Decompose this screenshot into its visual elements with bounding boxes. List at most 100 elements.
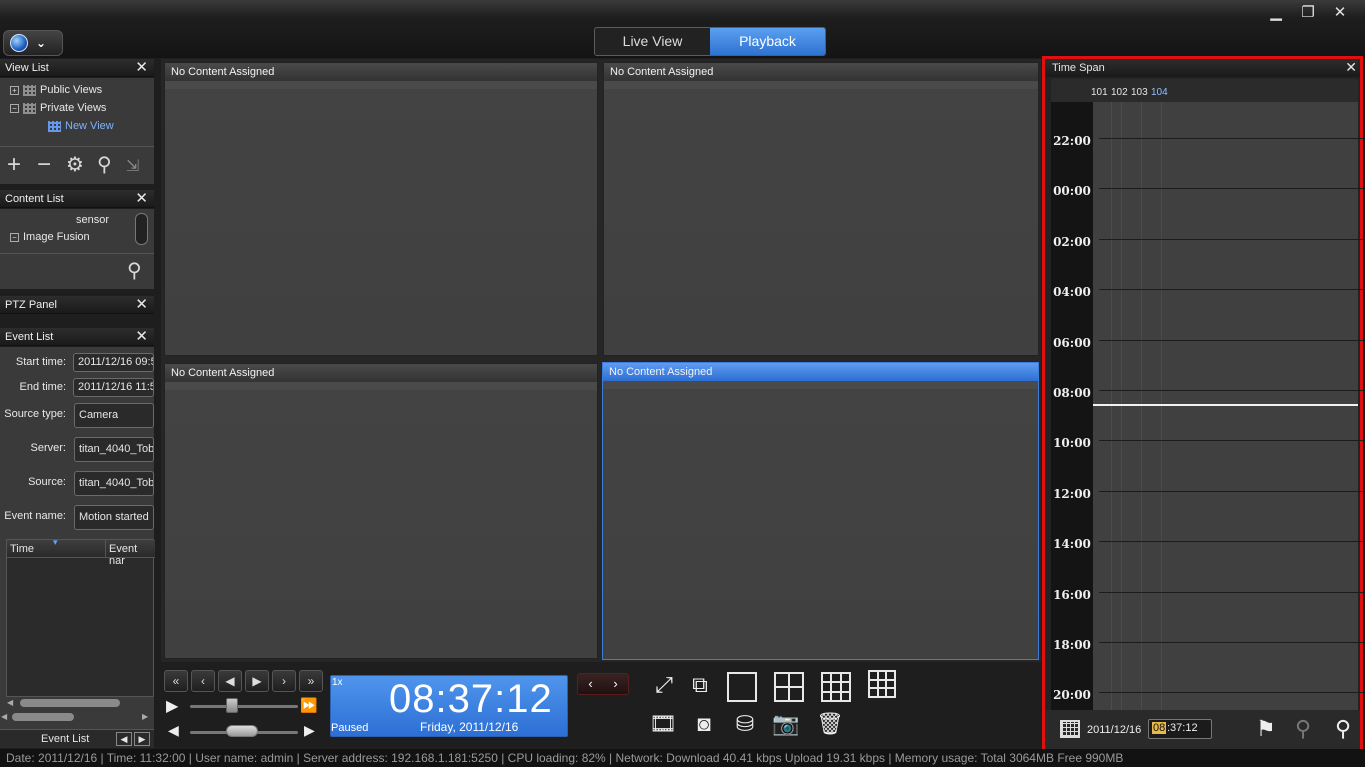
channel-column [1161, 102, 1162, 710]
video-tile-3[interactable]: No Content Assigned [164, 363, 598, 659]
hour-label: 02:00 [1053, 234, 1091, 249]
collapse-icon[interactable]: − [10, 103, 19, 113]
tab-playback[interactable]: Playback [710, 28, 825, 55]
channel-103[interactable]: 103 [1131, 87, 1148, 98]
tree-item-image-fusion[interactable]: − Image Fusion [10, 231, 90, 243]
content-list-scrollbar[interactable] [135, 213, 148, 245]
expand-icon[interactable]: + [10, 85, 19, 95]
remove-icon[interactable]: − [37, 153, 51, 177]
fullscreen-icon[interactable]: ⤢ [649, 672, 679, 698]
step-forward-button[interactable]: › [272, 670, 296, 692]
next-event-button[interactable]: › [603, 674, 628, 694]
channel-102[interactable]: 102 [1111, 87, 1128, 98]
footer-tab-event-list[interactable]: Event List [41, 733, 89, 745]
source-label: Source: [28, 476, 66, 488]
scroll-left-icon[interactable]: ◀ [1, 712, 7, 721]
tab-next-icon[interactable]: ▶ [134, 732, 150, 746]
film-icon[interactable]: 🎞 [648, 711, 678, 737]
server-select[interactable]: titan_4040_Tob [74, 437, 154, 462]
panel-scrollbar[interactable]: ◀ ▶ [0, 711, 154, 723]
view-list-close-icon[interactable]: ✕ [135, 59, 148, 76]
scroll-right-icon[interactable]: ▶ [142, 712, 148, 721]
event-list-close-icon[interactable]: ✕ [135, 328, 148, 345]
minimize-button[interactable]: ▁ [1265, 4, 1287, 22]
col-time[interactable]: Time [10, 543, 34, 555]
start-time-field[interactable]: 2011/12/16 09:5 [73, 353, 154, 372]
tile-band [603, 381, 1038, 389]
jog-slider-knob[interactable] [226, 725, 258, 737]
speed-slider-knob[interactable] [226, 698, 238, 713]
reverse-play-button[interactable]: ◀ [218, 670, 242, 692]
source-select[interactable]: titan_4040_Tob [74, 471, 154, 496]
trash-icon[interactable]: 🗑 [815, 711, 845, 737]
jog-left-icon[interactable]: ◀ [168, 722, 179, 739]
flag-icon[interactable]: ⚑ [1256, 716, 1276, 742]
export-video-icon[interactable]: ⛁ [730, 711, 760, 737]
tree-item-private-views[interactable]: − Private Views [10, 102, 106, 114]
ptz-panel-close-icon[interactable]: ✕ [135, 296, 148, 313]
zoom-out-icon[interactable]: ⚲ [1295, 716, 1311, 742]
event-name-select[interactable]: Motion started [74, 505, 154, 530]
content-list-close-icon[interactable]: ✕ [135, 190, 148, 207]
speed-slider-track[interactable] [190, 705, 298, 708]
current-time-marker[interactable] [1093, 404, 1358, 406]
scroll-thumb[interactable] [12, 713, 74, 721]
source-type-select[interactable]: Camera [74, 403, 154, 428]
tree-item-public-views[interactable]: + Public Views [10, 84, 102, 96]
search-icon[interactable]: ⚲ [127, 261, 142, 281]
tree-item-sensor[interactable]: sensor [76, 214, 109, 226]
scroll-left-icon[interactable]: ◀ [7, 698, 13, 707]
zoom-in-icon[interactable]: ⚲ [1335, 716, 1351, 742]
end-time-label: End time: [19, 381, 66, 393]
views-icon [23, 102, 36, 114]
time-rest-segment[interactable]: :37:12 [1167, 722, 1198, 734]
hour-label: 04:00 [1053, 285, 1091, 300]
restore-button[interactable]: ❐ [1297, 4, 1319, 22]
end-time-field[interactable]: 2011/12/16 11:5 [73, 378, 154, 397]
search-icon[interactable]: ⚲ [97, 155, 112, 175]
time-span-time-field[interactable]: 08 :37:12 [1148, 719, 1212, 739]
tab-prev-icon[interactable]: ◀ [116, 732, 132, 746]
video-tile-4[interactable]: No Content Assigned [602, 362, 1039, 660]
hour-gridline [1099, 490, 1364, 492]
layout-2x2-icon[interactable] [774, 672, 804, 702]
server-label: Server: [30, 442, 66, 454]
forward-fast-button[interactable]: » [299, 670, 323, 692]
layout-1x1-icon[interactable] [727, 672, 757, 702]
time-span-close-icon[interactable]: ✕ [1345, 59, 1357, 76]
channel-101[interactable]: 101 [1091, 87, 1108, 98]
hour-gridline [1099, 642, 1364, 643]
time-span-panel: Time Span ✕ 101 102 103 104 2011/12/16 0… [1042, 56, 1364, 755]
channel-104[interactable]: 104 [1151, 87, 1168, 98]
step-back-button[interactable]: ‹ [191, 670, 215, 692]
collapse-icon[interactable]: − [10, 232, 19, 242]
snapshot-camera-icon[interactable]: 📷 [771, 711, 801, 737]
swap-layout-icon[interactable]: ⧉ [685, 672, 715, 698]
video-tile-1[interactable]: No Content Assigned [164, 62, 598, 356]
export-icon[interactable]: ⇲ [126, 157, 139, 177]
record-icon[interactable]: ◙ [689, 711, 719, 737]
calendar-icon[interactable] [1060, 720, 1080, 738]
layout-3x3-icon[interactable] [821, 672, 851, 702]
gear-icon[interactable]: ⚙ [66, 155, 84, 175]
time-hour-segment[interactable]: 08 [1152, 722, 1167, 734]
tree-item-new-view[interactable]: New View [48, 120, 114, 132]
timeline-area[interactable] [1051, 102, 1358, 710]
hour-label: 06:00 [1053, 335, 1091, 350]
col-event-name[interactable]: Event nar [109, 543, 155, 567]
prev-event-button[interactable]: ‹ [578, 674, 603, 694]
main-menu-button[interactable]: ⌄ [3, 30, 63, 56]
layout-custom-icon[interactable] [868, 670, 896, 698]
play-button[interactable]: ▶ [245, 670, 269, 692]
rewind-fast-button[interactable]: « [164, 670, 188, 692]
tile-title: No Content Assigned [165, 364, 597, 382]
scroll-thumb[interactable] [20, 699, 120, 707]
horizontal-scrollbar[interactable]: ◀ [6, 698, 154, 708]
play-icon[interactable]: ▶ [166, 696, 178, 716]
tab-live-view[interactable]: Live View [595, 28, 710, 55]
jog-right-icon[interactable]: ▶ [304, 722, 315, 739]
video-tile-2[interactable]: No Content Assigned [603, 62, 1039, 356]
add-icon[interactable]: + [7, 153, 21, 177]
fast-forward-icon[interactable]: ⏩ [300, 697, 317, 714]
close-button[interactable]: ✕ [1329, 4, 1351, 22]
